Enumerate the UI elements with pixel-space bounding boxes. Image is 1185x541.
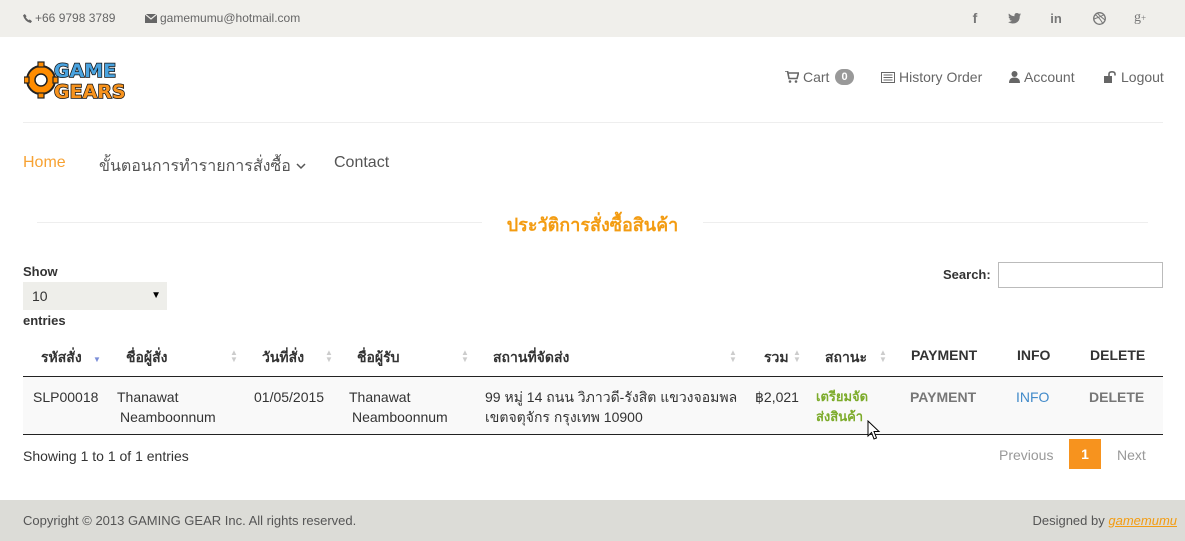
entries-select-value: 10 (32, 288, 48, 304)
cell-address-line2: เขตจตุจักร กรุงเทพ 10900 (485, 409, 643, 425)
phone-contact: +66 9798 3789 (23, 11, 115, 25)
email-address: gamemumu@hotmail.com (160, 11, 301, 25)
search-input[interactable] (998, 262, 1163, 288)
column-header-payment: PAYMENT (911, 347, 978, 363)
cell-status-line2: ส่งสินค้า (816, 409, 864, 424)
cell-receiver-line2: Neamboonnum (352, 409, 448, 425)
cart-link[interactable]: Cart 0 (785, 69, 854, 85)
cell-status-line1: เตรียมจัด (816, 389, 869, 404)
designed-by: Designed by gamemumu (1032, 513, 1177, 528)
game-gears-logo[interactable]: GAME GEARS (23, 57, 162, 104)
cell-receiver: Thanawat Neamboonnum (349, 387, 448, 427)
cell-status: เตรียมจัด ส่งสินค้า (816, 387, 868, 427)
linkedin-icon[interactable]: in (1047, 9, 1065, 27)
nav-order-steps-label: ขั้นตอนการทำรายการสั่งซื้อ (99, 158, 291, 175)
column-header-delete: DELETE (1090, 347, 1146, 363)
entries-label: entries (23, 313, 66, 328)
unlock-icon (1104, 71, 1116, 83)
table-bottom-border (23, 434, 1163, 435)
column-header-info: INFO (1017, 347, 1051, 363)
designer-link[interactable]: gamemumu (1108, 513, 1177, 528)
account-link[interactable]: Account (1009, 69, 1075, 85)
column-header-orderer[interactable]: ชื่อผู้สั่ง (126, 347, 168, 369)
sort-both-icon: ▲ ▼ (729, 348, 737, 364)
cell-orderer-line2: Neamboonnum (120, 409, 216, 425)
pagination-page-1[interactable]: 1 (1069, 439, 1101, 469)
pagination-next[interactable]: Next (1117, 447, 1146, 463)
payment-button[interactable]: PAYMENT (910, 387, 976, 407)
header-divider (23, 122, 1163, 123)
account-label: Account (1024, 69, 1075, 85)
nav-contact[interactable]: Contact (334, 154, 389, 172)
column-header-status[interactable]: สถานะ (825, 347, 867, 369)
column-header-order-date[interactable]: วันที่สั่ง (262, 347, 304, 369)
mouse-cursor-icon (867, 420, 881, 440)
info-link[interactable]: INFO (1016, 387, 1049, 407)
cell-total: ฿2,021 (755, 389, 799, 405)
dribbble-icon[interactable] (1090, 9, 1108, 27)
cell-address-line1: 99 หมู่ 14 ถนน วิภาวดี-รังสิต แขวงจอมพล (485, 389, 738, 405)
sort-asc-icon: ▼ (93, 355, 101, 364)
delete-button[interactable]: DELETE (1089, 387, 1144, 407)
phone-number: +66 9798 3789 (35, 11, 116, 25)
envelope-icon (145, 13, 157, 23)
column-header-total[interactable]: รวม (764, 347, 789, 369)
cart-count-badge: 0 (835, 69, 854, 85)
logout-link[interactable]: Logout (1104, 69, 1164, 85)
svg-text:GEARS: GEARS (54, 81, 126, 103)
user-icon (1009, 71, 1020, 83)
email-contact: gamemumu@hotmail.com (145, 11, 300, 25)
column-header-address[interactable]: สถานที่จัดส่ง (493, 347, 569, 369)
cart-icon (785, 71, 799, 83)
designed-by-label: Designed by (1032, 513, 1105, 528)
history-order-label: History Order (899, 69, 983, 85)
logout-label: Logout (1121, 69, 1164, 85)
chevron-down-icon (296, 163, 306, 170)
nav-order-steps[interactable]: ขั้นตอนการทำรายการสั่งซื้อ (99, 154, 306, 179)
pagination-summary: Showing 1 to 1 of 1 entries (23, 448, 189, 464)
sort-both-icon: ▲ ▼ (230, 348, 238, 364)
list-icon (881, 71, 895, 83)
cart-label: Cart (803, 69, 830, 85)
sort-both-icon: ▲ ▼ (461, 348, 469, 364)
facebook-icon[interactable]: f (966, 9, 984, 27)
column-header-order-id[interactable]: รหัสสั่ง (41, 347, 82, 369)
copyright-text: Copyright © 2013 GAMING GEAR Inc. All ri… (23, 513, 357, 528)
phone-icon (23, 13, 32, 23)
entries-per-page-select[interactable]: 10 ▼ (23, 282, 167, 310)
sort-both-icon: ▲ ▼ (879, 348, 887, 364)
pagination-previous[interactable]: Previous (999, 447, 1053, 463)
twitter-icon[interactable] (1005, 9, 1023, 27)
show-label: Show (23, 264, 58, 279)
google-plus-icon[interactable]: g + (1131, 9, 1149, 27)
cell-order-id: SLP00018 (33, 389, 99, 405)
cell-order-date: 01/05/2015 (254, 389, 325, 405)
sort-both-icon: ▲ ▼ (793, 348, 801, 364)
nav-home[interactable]: Home (23, 154, 66, 172)
sort-both-icon: ▲ ▼ (325, 348, 333, 364)
page-title: ประวัติการสั่งซื้อสินค้า (506, 215, 679, 235)
cell-receiver-line1: Thanawat (349, 389, 411, 405)
history-order-link[interactable]: History Order (881, 69, 982, 85)
search-label: Search: (943, 267, 991, 282)
dropdown-caret-icon: ▼ (151, 290, 161, 301)
column-header-receiver[interactable]: ชื่อผู้รับ (357, 347, 400, 369)
cell-orderer-line1: Thanawat (117, 389, 179, 405)
cell-orderer: Thanawat Neamboonnum (117, 387, 216, 427)
cell-address: 99 หมู่ 14 ถนน วิภาวดี-รังสิต แขวงจอมพล … (485, 387, 737, 427)
svg-text:GAME: GAME (54, 60, 116, 82)
